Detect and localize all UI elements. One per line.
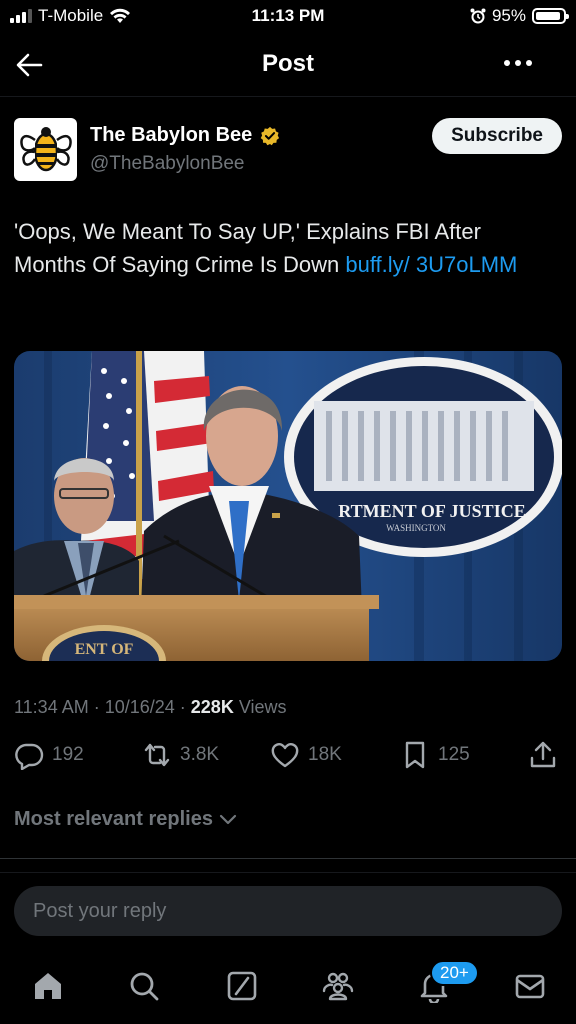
reply-count: 192 bbox=[52, 744, 84, 765]
bookmark-icon bbox=[405, 741, 425, 769]
chevron-down-icon bbox=[219, 814, 237, 824]
seal-subtext: WASHINGTON bbox=[386, 523, 446, 533]
views-count[interactable]: 228K bbox=[191, 697, 234, 717]
repost-count: 3.8K bbox=[180, 744, 220, 765]
post-meta: 11:34 AM · 10/16/24 · 228K Views bbox=[14, 697, 287, 718]
battery-icon bbox=[532, 8, 569, 24]
more-dot bbox=[515, 60, 521, 66]
page-title: Post bbox=[261, 50, 314, 77]
reply-box-divider bbox=[0, 872, 576, 873]
nav-search[interactable] bbox=[124, 966, 164, 1006]
nav-messages[interactable] bbox=[510, 966, 550, 1006]
author-name-row[interactable]: The Babylon Bee bbox=[90, 124, 280, 147]
subscribe-button[interactable]: Subscribe bbox=[432, 118, 562, 154]
communities-icon bbox=[322, 972, 354, 1001]
grok-icon bbox=[227, 971, 257, 1001]
heart-icon bbox=[271, 743, 299, 768]
battery-percent: 95% bbox=[491, 6, 526, 25]
author-name[interactable]: The Babylon Bee bbox=[90, 124, 252, 147]
search-icon bbox=[130, 972, 159, 1001]
alarm-icon bbox=[470, 8, 486, 24]
bookmark-button[interactable]: 125 bbox=[400, 740, 470, 770]
more-dot bbox=[526, 60, 532, 66]
views-label: Views bbox=[233, 697, 287, 717]
nav-home[interactable] bbox=[28, 966, 68, 1006]
reply-button[interactable]: 192 bbox=[14, 740, 84, 770]
like-count: 18K bbox=[308, 744, 342, 765]
replies-sort-label: Most relevant replies bbox=[14, 808, 213, 830]
notification-badge: 20+ bbox=[430, 960, 479, 986]
author-handle[interactable]: @TheBabylonBee bbox=[90, 153, 245, 175]
post-text: 'Oops, We Meant To Say UP,' Explains FBI… bbox=[14, 215, 546, 281]
verified-gold-icon bbox=[260, 126, 280, 145]
replies-divider bbox=[0, 858, 576, 859]
post-author: The Babylon Bee @TheBabylonBee Subscribe bbox=[14, 116, 562, 186]
reply-input[interactable]: Post your reply bbox=[14, 886, 562, 936]
press-conference-photo: RTMENT OF JUSTICE WASHINGTON ENT OF bbox=[14, 351, 562, 661]
bookmark-count: 125 bbox=[438, 744, 470, 765]
seal-text: RTMENT OF JUSTICE bbox=[338, 501, 525, 521]
more-options-button[interactable] bbox=[504, 60, 536, 70]
messages-icon bbox=[515, 974, 545, 999]
share-icon bbox=[530, 741, 556, 768]
header-divider bbox=[0, 96, 576, 97]
post-image[interactable]: RTMENT OF JUSTICE WASHINGTON ENT OF bbox=[14, 351, 562, 661]
top-header: Post bbox=[0, 38, 576, 94]
reply-placeholder: Post your reply bbox=[33, 899, 167, 922]
more-dots-icon bbox=[504, 60, 510, 66]
nav-communities[interactable] bbox=[318, 966, 358, 1006]
avatar[interactable] bbox=[14, 118, 77, 181]
nav-grok[interactable] bbox=[222, 966, 262, 1006]
repost-icon bbox=[144, 743, 170, 767]
babylon-bee-logo bbox=[19, 126, 72, 171]
post-timestamp[interactable]: 11:34 AM · 10/16/24 · bbox=[14, 697, 191, 717]
reply-icon bbox=[15, 743, 44, 770]
status-bar: T-Mobile 11:13 PM 95% bbox=[0, 0, 576, 34]
podium-seal-text: ENT OF bbox=[75, 641, 134, 658]
post-link[interactable]: buff.ly/ 3U7oLMM bbox=[345, 252, 517, 277]
podium: ENT OF bbox=[14, 595, 379, 661]
replies-sort-dropdown[interactable]: Most relevant replies bbox=[14, 808, 237, 831]
home-icon bbox=[35, 973, 61, 999]
like-button[interactable]: 18K bbox=[270, 740, 342, 770]
bottom-navigation bbox=[0, 950, 576, 1024]
post-actions: 192 3.8K 18K 125 bbox=[14, 740, 562, 780]
repost-button[interactable]: 3.8K bbox=[142, 740, 219, 770]
share-button[interactable] bbox=[528, 740, 558, 770]
